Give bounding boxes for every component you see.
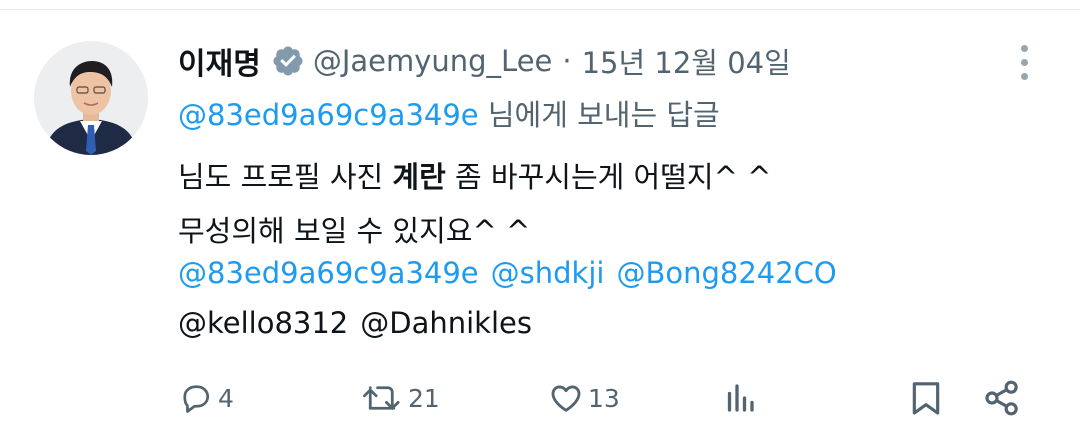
mention-link[interactable]: @Bong8242CO <box>616 256 836 290</box>
more-options-icon[interactable] <box>1004 42 1044 82</box>
mentions-line-1: @83ed9a69c9a349e @shdkji @Bong8242CO <box>178 256 837 290</box>
retweet-icon <box>360 380 404 416</box>
bookmark-icon <box>906 378 946 418</box>
verified-badge-icon <box>271 44 305 78</box>
like-count: 13 <box>588 383 620 413</box>
avatar-portrait-image <box>34 41 148 155</box>
mention-text[interactable]: @kello8312 <box>178 306 348 340</box>
mention-text[interactable]: @Dahnikles <box>360 306 532 340</box>
reply-icon <box>178 380 214 416</box>
views-button[interactable] <box>722 370 758 426</box>
reply-button[interactable]: 4 <box>178 370 234 426</box>
retweet-count: 21 <box>408 383 440 413</box>
tweet-header: 이재명 @Jaemyung_Lee · 15년 12월 04일 <box>178 38 791 84</box>
tweet-action-bar: 4 21 13 <box>0 370 1080 426</box>
tweet-date[interactable]: 15년 12월 04일 <box>582 40 791 82</box>
share-icon <box>982 378 1022 418</box>
replying-to-line: @83ed9a69c9a349e 님에게 보내는 답글 <box>178 92 720 134</box>
avatar[interactable] <box>34 41 148 155</box>
heart-icon <box>548 380 584 416</box>
reply-to-mention[interactable]: @83ed9a69c9a349e <box>178 98 479 132</box>
share-button[interactable] <box>982 370 1022 426</box>
mention-link[interactable]: @83ed9a69c9a349e <box>178 256 479 290</box>
retweet-button[interactable]: 21 <box>360 370 440 426</box>
like-button[interactable]: 13 <box>548 370 620 426</box>
top-divider <box>0 0 1080 10</box>
header-separator: · <box>562 44 572 78</box>
body-text: 좀 바꾸시는게 어떨지^ ^ <box>445 160 772 194</box>
reply-count: 4 <box>218 383 234 413</box>
tweet-body-line-2: 무성의해 보일 수 있지요^ ^ <box>178 214 531 248</box>
author-display-name[interactable]: 이재명 <box>178 39 261 83</box>
author-handle[interactable]: @Jaemyung_Lee <box>313 44 553 78</box>
reply-to-suffix: 님에게 보내는 답글 <box>487 98 720 132</box>
tweet-body-line-1: 님도 프로필 사진 계란 좀 바꾸시는게 어떨지^ ^ <box>178 150 771 204</box>
mentions-line-2: @kello8312 @Dahnikles <box>178 306 532 340</box>
analytics-icon <box>722 380 758 416</box>
bookmark-button[interactable] <box>906 370 946 426</box>
body-bold-text: 계란 <box>392 160 446 194</box>
tweet-body: 님도 프로필 사진 계란 좀 바꾸시는게 어떨지^ ^ 무성의해 보일 수 있지… <box>178 150 771 258</box>
body-text: 님도 프로필 사진 <box>178 160 393 194</box>
mention-link[interactable]: @shdkji <box>491 256 605 290</box>
